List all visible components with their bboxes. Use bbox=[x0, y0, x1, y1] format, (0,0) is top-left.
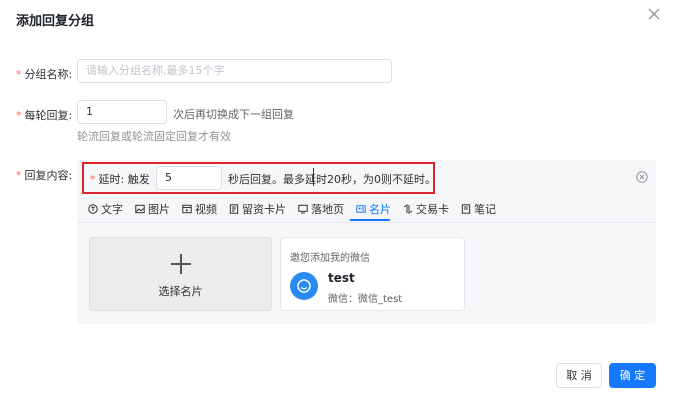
note-icon bbox=[461, 204, 471, 214]
tab-business-card[interactable]: 名片 bbox=[356, 200, 391, 218]
tab-video[interactable]: 视频 bbox=[182, 200, 217, 218]
plus-icon bbox=[171, 254, 191, 274]
tab-trade-card[interactable]: 交易卡 bbox=[403, 200, 449, 218]
required-mark: * bbox=[16, 169, 22, 182]
avatar bbox=[290, 272, 318, 300]
business-card-preview[interactable]: 邀您添加我的微信 test 微信：微信_test bbox=[280, 237, 465, 311]
text-icon bbox=[88, 204, 98, 214]
required-mark: * bbox=[90, 173, 96, 186]
tabs-divider bbox=[77, 222, 656, 223]
landing-page-icon bbox=[298, 204, 308, 214]
select-business-card-button[interactable]: 选择名片 bbox=[89, 237, 272, 311]
remove-content-icon[interactable] bbox=[636, 171, 648, 183]
card-name: test bbox=[328, 271, 355, 285]
dialog-title: 添加回复分组 bbox=[16, 14, 95, 29]
content-label: * 回复内容: bbox=[16, 169, 73, 182]
trade-card-icon bbox=[403, 204, 413, 214]
rounds-hint: 轮流回复或轮流固定回复才有效 bbox=[77, 130, 231, 143]
avatar-icon bbox=[297, 279, 311, 293]
text-cursor-icon bbox=[313, 168, 314, 186]
group-name-input[interactable]: 请输入分组名称,最多15个字 bbox=[77, 59, 392, 83]
business-card-icon bbox=[356, 205, 366, 213]
video-icon bbox=[182, 204, 192, 214]
tab-text[interactable]: 文字 bbox=[88, 200, 123, 218]
delay-suffix: 秒后回复。最多延时20秒，为0则不延时。 bbox=[228, 173, 436, 186]
rounds-input[interactable]: 1 bbox=[77, 100, 167, 124]
active-tab-indicator bbox=[350, 219, 390, 221]
confirm-button[interactable]: 确 定 bbox=[609, 363, 656, 388]
select-business-card-label: 选择名片 bbox=[158, 285, 203, 298]
tab-image[interactable]: 图片 bbox=[135, 200, 170, 218]
add-reply-group-dialog: 添加回复分组 * 分组名称: 请输入分组名称,最多15个字 * 每轮回复: 1 次后… bbox=[0, 0, 682, 412]
card-title: 邀您添加我的微信 bbox=[290, 253, 370, 264]
required-mark: * bbox=[16, 68, 22, 81]
delay-seconds-input[interactable]: 5 bbox=[156, 166, 222, 190]
tab-note[interactable]: 笔记 bbox=[461, 200, 496, 218]
rounds-label: * 每轮回复: bbox=[16, 109, 73, 122]
tab-landing-page[interactable]: 落地页 bbox=[298, 200, 344, 218]
close-icon[interactable] bbox=[646, 6, 662, 22]
delay-label: * 延时: 触发 bbox=[90, 173, 150, 186]
card-wechat-id: 微信：微信_test bbox=[328, 294, 403, 305]
lead-card-icon bbox=[229, 204, 239, 214]
cancel-button[interactable]: 取 消 bbox=[556, 363, 602, 388]
content-type-tabs: 文字 图片 视频 留资卡片 落地页 名片 交易卡 笔记 bbox=[88, 200, 508, 218]
tab-lead-card[interactable]: 留资卡片 bbox=[229, 200, 286, 218]
required-mark: * bbox=[16, 109, 22, 122]
group-name-label: * 分组名称: bbox=[16, 68, 73, 81]
rounds-suffix: 次后再切换成下一组回复 bbox=[173, 108, 294, 121]
image-icon bbox=[135, 204, 145, 214]
